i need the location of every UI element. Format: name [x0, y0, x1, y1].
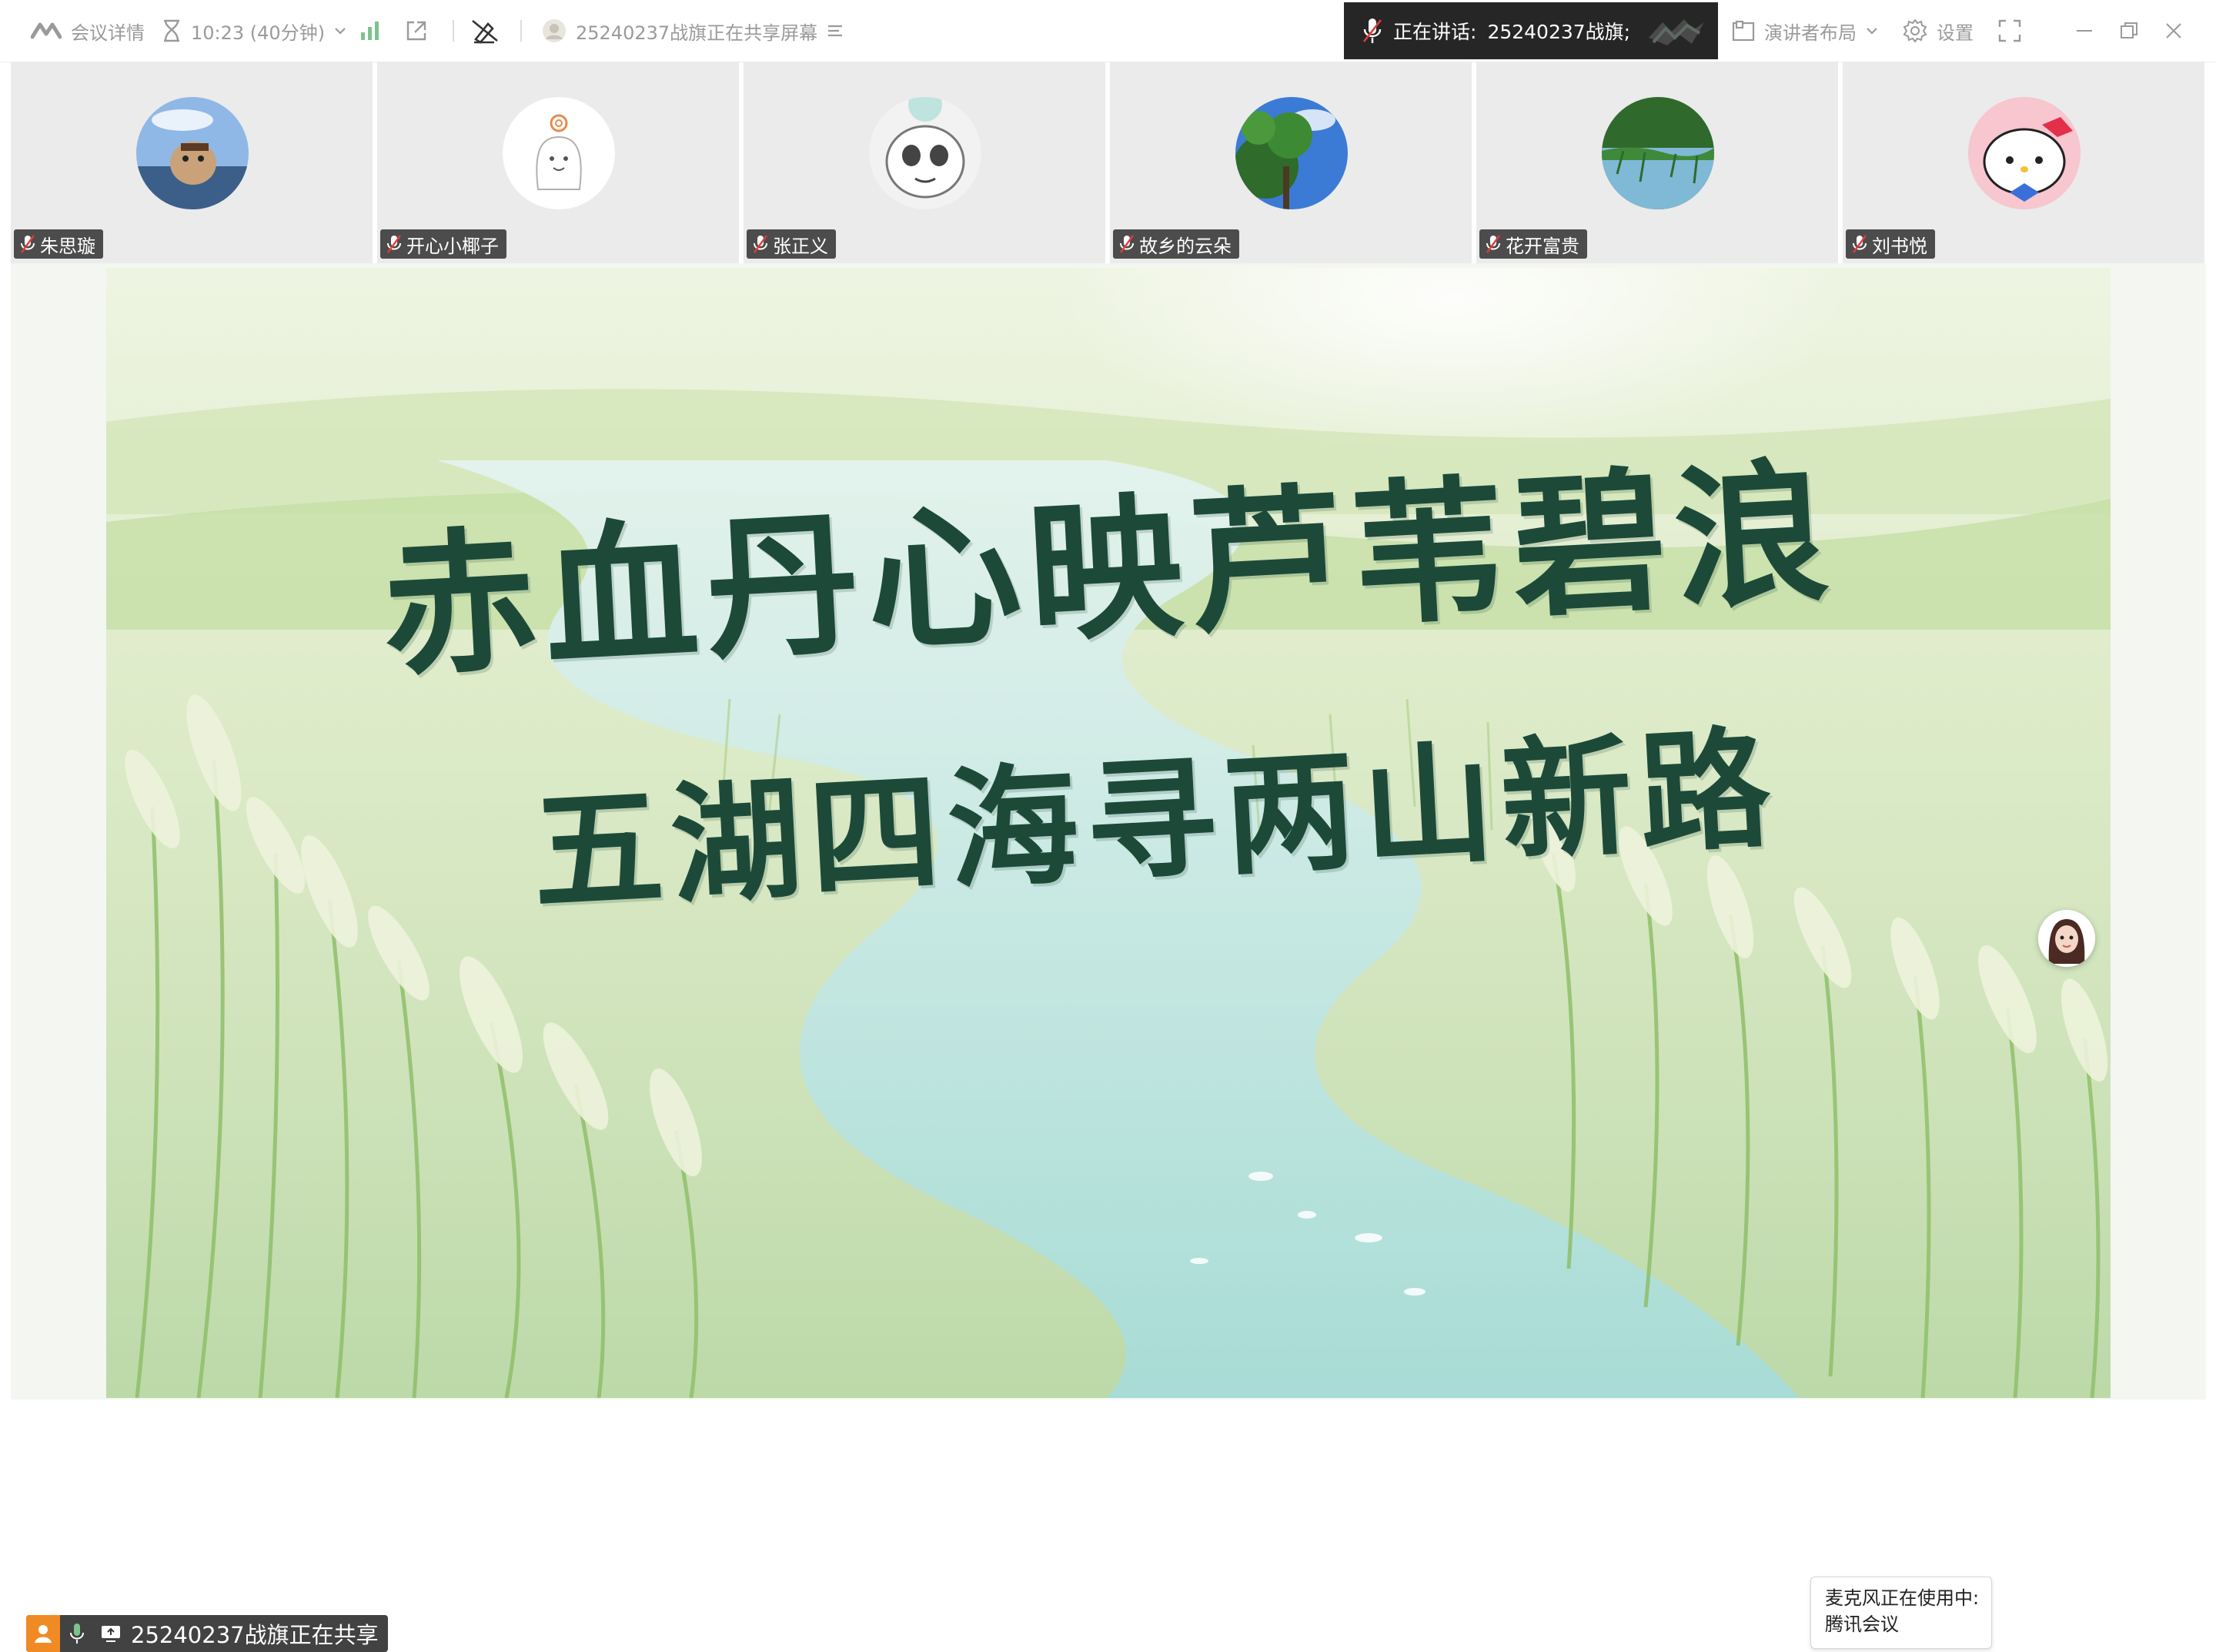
settings-button[interactable]: 设置	[1903, 0, 1974, 62]
participant-name-chip: 刘书悦	[1846, 229, 1935, 259]
participant-name-chip: 花开富贵	[1479, 229, 1587, 259]
participant-name-chip: 开心小椰子	[380, 229, 506, 259]
participant-name: 开心小椰子	[406, 235, 499, 257]
speaking-name: 25240237战旗;	[1487, 21, 1631, 43]
sharing-status-badge[interactable]: 25240237战旗正在共享	[26, 1615, 388, 1652]
participant-name: 朱思璇	[40, 235, 95, 257]
user-icon	[26, 1615, 60, 1652]
meeting-timer[interactable]: 10:23 (40分钟)	[162, 0, 346, 62]
share-status-text: 25240237战旗正在共享屏幕	[576, 22, 818, 44]
close-button[interactable]	[2151, 0, 2197, 62]
speaking-label: 正在讲话:	[1393, 21, 1477, 43]
close-icon	[2166, 23, 2181, 38]
meeting-details-button[interactable]: 会议详情	[31, 0, 145, 62]
restore-button[interactable]	[2106, 0, 2152, 62]
timer-text: 10:23 (40分钟)	[191, 22, 326, 44]
hourglass-icon	[164, 19, 179, 42]
participant-tile[interactable]: 故乡的云朵	[1110, 62, 1472, 263]
participant-tile[interactable]: 开心小椰子	[377, 62, 739, 263]
pop-out-button[interactable]	[405, 0, 428, 62]
layout-icon	[1732, 20, 1755, 42]
gear-icon	[1903, 18, 1927, 43]
pen-off-icon	[472, 19, 498, 44]
participant-name-chip: 故乡的云朵	[1113, 229, 1239, 259]
tencent-meeting-logo-icon	[31, 22, 62, 39]
screen-share-icon	[94, 1615, 128, 1652]
mic-toast-line-2: 腾讯会议	[1825, 1614, 1899, 1635]
speaker-wave-icon	[1649, 19, 1704, 45]
participant-name: 张正义	[773, 235, 828, 257]
chevron-down-icon	[335, 28, 346, 35]
participant-tile[interactable]: 花开富贵	[1476, 62, 1838, 263]
meeting-details-label: 会议详情	[71, 22, 145, 44]
layout-button[interactable]: 演讲者布局	[1732, 0, 1878, 62]
chevron-down-icon	[1867, 28, 1877, 35]
microphone-muted-icon	[1486, 235, 1500, 253]
participant-name-chip: 张正义	[747, 229, 836, 259]
participant-tile[interactable]: 朱思璇	[11, 62, 373, 263]
mic-toast-line-1: 麦克风正在使用中:	[1825, 1587, 1980, 1609]
sharer-avatar-icon	[543, 19, 566, 42]
meeting-toolbar: 会议详情 10:23 (40分钟) 25240237战旗正在共享屏幕 正在讲话:…	[0, 0, 2216, 62]
minimize-button[interactable]	[2061, 0, 2107, 62]
avatar	[1602, 97, 1714, 209]
share-status-button[interactable]: 25240237战旗正在共享屏幕	[542, 0, 844, 62]
avatar	[2038, 910, 2095, 967]
participant-tile[interactable]: 张正义	[744, 62, 1105, 263]
microphone-muted-icon	[21, 235, 35, 253]
fullscreen-button[interactable]	[1998, 0, 2021, 62]
participant-name: 花开富贵	[1506, 235, 1579, 257]
microphone-muted-icon	[1853, 235, 1867, 253]
participant-name: 刘书悦	[1872, 235, 1927, 257]
avatar	[1968, 97, 2081, 209]
avatar	[503, 97, 615, 209]
presentation-slide: 赤血丹心映芦苇碧浪 五湖四海寻两山新路	[106, 268, 2111, 1398]
microphone-muted-icon	[754, 235, 767, 253]
microphone-muted-icon	[1120, 235, 1134, 253]
avatar	[1235, 97, 1348, 209]
floating-self-avatar[interactable]	[2038, 910, 2095, 967]
avatar	[869, 97, 981, 209]
network-signal-button[interactable]	[359, 0, 382, 62]
external-window-icon	[406, 21, 426, 41]
active-speaker-indicator: 正在讲话: 25240237战旗;	[1344, 2, 1718, 59]
signal-bars-icon	[361, 22, 379, 40]
layout-label: 演讲者布局	[1764, 22, 1857, 44]
list-menu-icon	[828, 25, 843, 37]
participant-strip: 朱思璇 开心小椰子 张正义 故乡的云朵 花开富贵 刘书悦	[11, 62, 2206, 263]
mic-in-use-notification: 麦克风正在使用中: 腾讯会议	[1810, 1577, 1992, 1649]
stop-annotation-button[interactable]	[471, 0, 499, 62]
minimize-icon	[2077, 30, 2092, 32]
shared-screen: 赤血丹心映芦苇碧浪 五湖四海寻两山新路 麦克风正在使用中: 腾讯会议 25240…	[11, 263, 2206, 1652]
toolbar-divider	[453, 20, 454, 42]
settings-label: 设置	[1937, 22, 1974, 44]
participant-name: 故乡的云朵	[1139, 235, 1232, 257]
share-badge-text: 25240237战旗正在共享	[131, 1622, 379, 1648]
avatar	[136, 97, 249, 209]
participant-tile[interactable]: 刘书悦	[1843, 62, 2204, 263]
toolbar-divider	[520, 20, 522, 42]
participant-name-chip: 朱思璇	[14, 229, 103, 259]
microphone-icon	[60, 1615, 94, 1652]
microphone-icon	[1362, 18, 1382, 43]
fullscreen-icon	[1998, 19, 2021, 42]
restore-icon	[2121, 22, 2137, 38]
microphone-muted-icon	[387, 235, 401, 253]
